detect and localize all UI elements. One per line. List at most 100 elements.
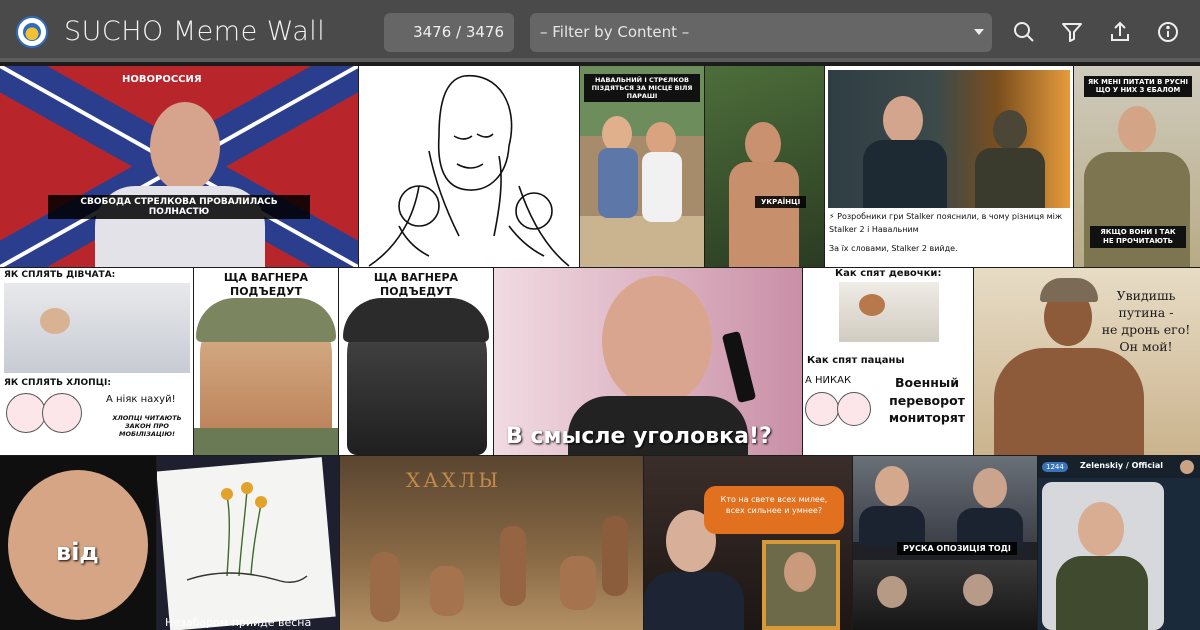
strelkov-face — [973, 468, 1007, 508]
meme-tile-budanov[interactable]: ЯК МЕНІ ПИТАТИ В РУСНІ ЩО У НИХ З ЄБАЛОМ… — [1074, 66, 1200, 267]
meme-tile-wojak-hands[interactable] — [359, 66, 579, 267]
trollface-eye-left — [805, 392, 839, 426]
meme-caption: Незабаром прийде весна — [165, 616, 312, 629]
sunflowers-drawing — [186, 482, 308, 583]
zaluzhny-face — [784, 552, 816, 592]
meme-mid-caption: ЯК СПЛЯТЬ ХЛОПЦІ: — [4, 378, 111, 388]
navalny-face — [883, 96, 923, 144]
top-toolbar: SUCHO Meme Wall 3476 / 3476 – Filter by … — [0, 0, 1200, 62]
torso — [729, 162, 799, 267]
meme-caption: РУСКА ОПОЗИЦІЯ ТОДІ — [897, 542, 1017, 555]
meme-tile-ukrainians[interactable]: УКРАЇНЦІ — [705, 66, 824, 267]
figure-right-body — [642, 152, 682, 222]
wojak-drawing — [368, 75, 570, 267]
meme-caption: від — [56, 538, 99, 566]
meme-tile-sunflowers[interactable]: Незабаром прийде весна — [157, 456, 339, 630]
meme-tile-devochki[interactable]: Как спят девочки: Как спят пацаны А НИКА… — [803, 268, 973, 455]
info-icon[interactable] — [1156, 20, 1180, 44]
face — [745, 122, 781, 166]
sleeping-face — [859, 294, 885, 316]
navalny-face — [875, 466, 909, 506]
caveman-2 — [430, 566, 464, 616]
meme-mid-caption: Как спят пацаны — [807, 355, 905, 366]
body — [994, 348, 1144, 455]
figure-left — [602, 116, 632, 152]
headscarf — [1040, 278, 1098, 302]
meme-tile-zelensky-official[interactable]: 1244 Zelenskiy / Official — [1038, 456, 1200, 630]
meme-tile-wagner-color[interactable]: ЩА ВАГНЕРА ПОДЪЕДУТ — [194, 268, 338, 455]
filter-icon[interactable] — [1060, 20, 1084, 44]
ground — [580, 216, 704, 267]
sleep-photo — [839, 282, 939, 342]
caveman-3 — [500, 526, 526, 606]
navalny-hoodie — [863, 140, 947, 208]
trollface-eye-right — [42, 393, 82, 433]
soldier-uniform — [1056, 556, 1148, 630]
face — [1118, 106, 1156, 152]
helmet — [196, 298, 336, 342]
uniform — [194, 428, 338, 455]
stalker-line1: ⚡ Розробники гри Stalker пояснили, в чом… — [829, 212, 1063, 221]
caveman-5 — [602, 516, 628, 596]
speech-text: Кто на свете всех милее, всех сильнее и … — [720, 495, 828, 516]
meme-top-caption: ЯК СПЛЯТЬ ДІВЧАТА: — [4, 270, 116, 280]
prisoner-face-left — [877, 576, 907, 608]
sleeping-face — [40, 308, 70, 334]
meme-tile-wagner-dark[interactable]: ЩА ВАГНЕРА ПОДЪЕДУТ — [339, 268, 493, 455]
meme-top-caption: ЯК МЕНІ ПИТАТИ В РУСНІ ЩО У НИХ З ЄБАЛОМ — [1084, 76, 1192, 97]
prisoner-face-right — [963, 574, 993, 606]
meme-caption: ЩА ВАГНЕРА ПОДЪЕДУТ — [373, 271, 459, 299]
caveman-1 — [370, 552, 400, 622]
unread-badge: 1244 — [1042, 462, 1068, 472]
meme-caption: СВОБОДА СТРЕЛКОВА ПРОВАЛИЛАСЬ ПОЛНАСТЮ — [48, 195, 310, 219]
caveman-4 — [560, 556, 596, 610]
meme-tile-girls-fighting[interactable]: НАВАЛЬНИЙ І СТРЄЛКОВ ПІЗДЯТЬСЯ ЗА МІСЦЕ … — [580, 66, 704, 267]
meme-tile-pirate[interactable]: Увидишь путина - не дронь его! Он мой! — [974, 268, 1200, 455]
app-title: SUCHO Meme Wall — [64, 16, 326, 47]
meme-tile-strelkov[interactable]: НОВОРОССИЯ СВОБОДА СТРЕЛКОВА ПРОВАЛИЛАСЬ… — [0, 66, 358, 267]
putin-suit — [644, 572, 744, 630]
phone — [721, 330, 757, 404]
upload-icon[interactable] — [1108, 20, 1132, 44]
helmet — [343, 298, 489, 342]
person-face — [150, 102, 220, 192]
flag-text: НОВОРОССИЯ — [122, 74, 202, 85]
content-filter-select[interactable]: – Filter by Content – — [530, 13, 992, 52]
meme-counter[interactable]: 3476 / 3476 — [384, 13, 514, 52]
meme-tile-putin-mirror[interactable]: Кто на свете всех милее, всех сильнее и … — [644, 456, 852, 630]
meme-caption: ЩА ВАГНЕРА ПОДЪЕДУТ — [223, 271, 309, 299]
meme-tile-prigozhin[interactable]: В смысле уголовка!? — [494, 268, 802, 455]
trollface-eye-left — [6, 393, 46, 433]
sucho-logo[interactable] — [16, 16, 48, 48]
stalker-line2: Stalker 2 і Навальним — [829, 225, 919, 234]
bald-head — [602, 276, 712, 406]
figure-left-body — [598, 148, 638, 218]
meme-note: ХЛОПЦІ ЧИТАЮТЬ ЗАКОН ПРО МОБІЛІЗАЦІЮ! — [112, 414, 182, 439]
channel-name: Zelenskiy / Official — [1080, 461, 1163, 470]
figure-right — [646, 122, 676, 156]
sleep-photo — [4, 283, 190, 373]
filter-placeholder: – Filter by Content – — [540, 23, 690, 41]
search-icon[interactable] — [1012, 20, 1036, 44]
meme-bottom-caption: ЯКЩО ВОНИ І ТАК НЕ ПРОЧИТАЮТЬ — [1090, 226, 1186, 248]
soldier-face — [1078, 502, 1124, 556]
chevron-down-icon — [974, 29, 984, 35]
meme-caption: В смысле уголовка!? — [506, 424, 772, 449]
trollface-eye-right — [837, 392, 871, 426]
meme-top-caption: НАВАЛЬНИЙ І СТРЄЛКОВ ПІЗДЯТЬСЯ ЗА МІСЦЕ … — [584, 74, 700, 103]
meme-tile-opposition[interactable]: РУСКА ОПОЗИЦІЯ ТОДІ — [853, 456, 1037, 630]
meme-top-caption: Как спят девочки: — [835, 268, 942, 279]
suit-left — [859, 506, 925, 546]
speech-text: А ніяк нахуй! — [106, 394, 176, 405]
logo-emblem — [23, 23, 41, 41]
stalker-suit — [975, 148, 1045, 208]
meme-caption: УКРАЇНЦІ — [755, 196, 807, 208]
meme-caption: Увидишь путина - не дронь его! Он мой! — [1101, 288, 1191, 354]
uniform — [1084, 152, 1190, 267]
stalker-mask — [993, 110, 1027, 150]
meme-tile-stalker[interactable]: ⚡ Розробники гри Stalker пояснили, в чом… — [825, 66, 1073, 267]
meme-tile-how-they-sleep[interactable]: ЯК СПЛЯТЬ ДІВЧАТА: ЯК СПЛЯТЬ ХЛОПЦІ: А н… — [0, 268, 193, 455]
meme-tile-fist[interactable]: від — [0, 456, 156, 630]
coup-text: Военный переворот мониторят — [888, 375, 966, 425]
meme-tile-cavemen[interactable]: ХАХЛЫ — [340, 456, 643, 630]
